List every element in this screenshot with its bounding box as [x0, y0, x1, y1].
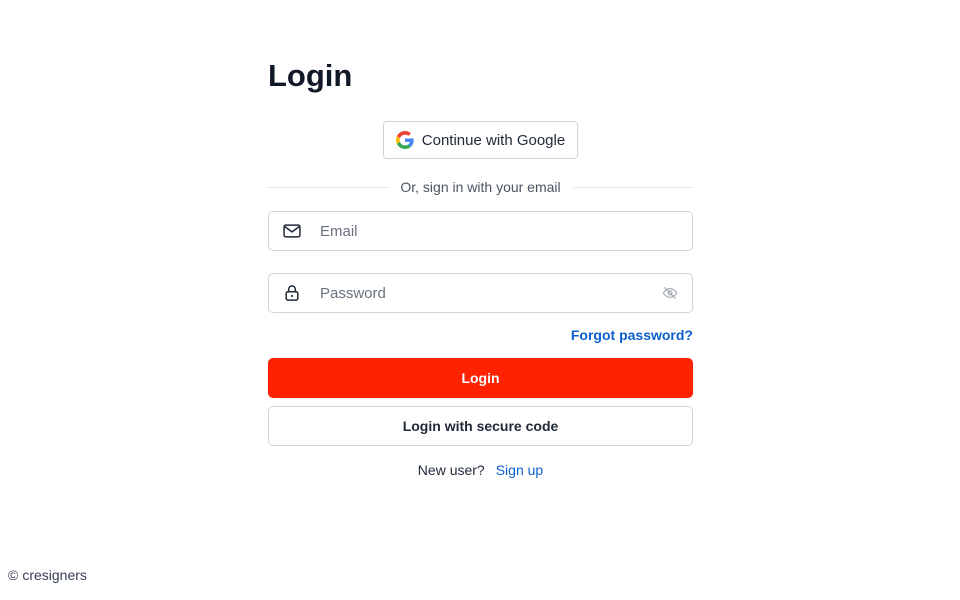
login-card: Login Continue with Google Or, sign in w… [268, 56, 694, 480]
google-button-wrapper: Continue with Google [268, 121, 693, 159]
password-input[interactable] [318, 274, 661, 312]
email-input[interactable] [318, 212, 692, 250]
signup-row: New user? Sign up [268, 460, 693, 480]
lock-icon [282, 283, 302, 303]
continue-with-google-button[interactable]: Continue with Google [382, 121, 579, 159]
login-page: Login Continue with Google Or, sign in w… [0, 0, 960, 600]
footer-credit: © cresigners [8, 567, 87, 583]
password-field-container [268, 273, 693, 313]
divider-line-left [268, 186, 389, 188]
google-logo-icon [395, 131, 414, 149]
email-divider: Or, sign in with your email [268, 177, 694, 197]
sign-up-link[interactable]: Sign up [496, 462, 543, 478]
divider-text: Or, sign in with your email [400, 179, 561, 195]
mail-icon [282, 221, 302, 241]
email-field-container [268, 211, 693, 251]
copyright-icon: © [8, 567, 19, 583]
page-title: Login [268, 58, 353, 93]
divider-line-right [572, 186, 694, 188]
new-user-text: New user? [417, 462, 485, 478]
eye-off-icon[interactable] [661, 284, 679, 302]
footer-brand: cresigners [22, 567, 87, 583]
login-button[interactable]: Login [268, 358, 693, 398]
login-with-secure-code-button[interactable]: Login with secure code [268, 406, 693, 446]
forgot-password-row: Forgot password? [268, 325, 693, 345]
google-button-label: Continue with Google [421, 131, 566, 149]
forgot-password-link[interactable]: Forgot password? [571, 327, 693, 343]
